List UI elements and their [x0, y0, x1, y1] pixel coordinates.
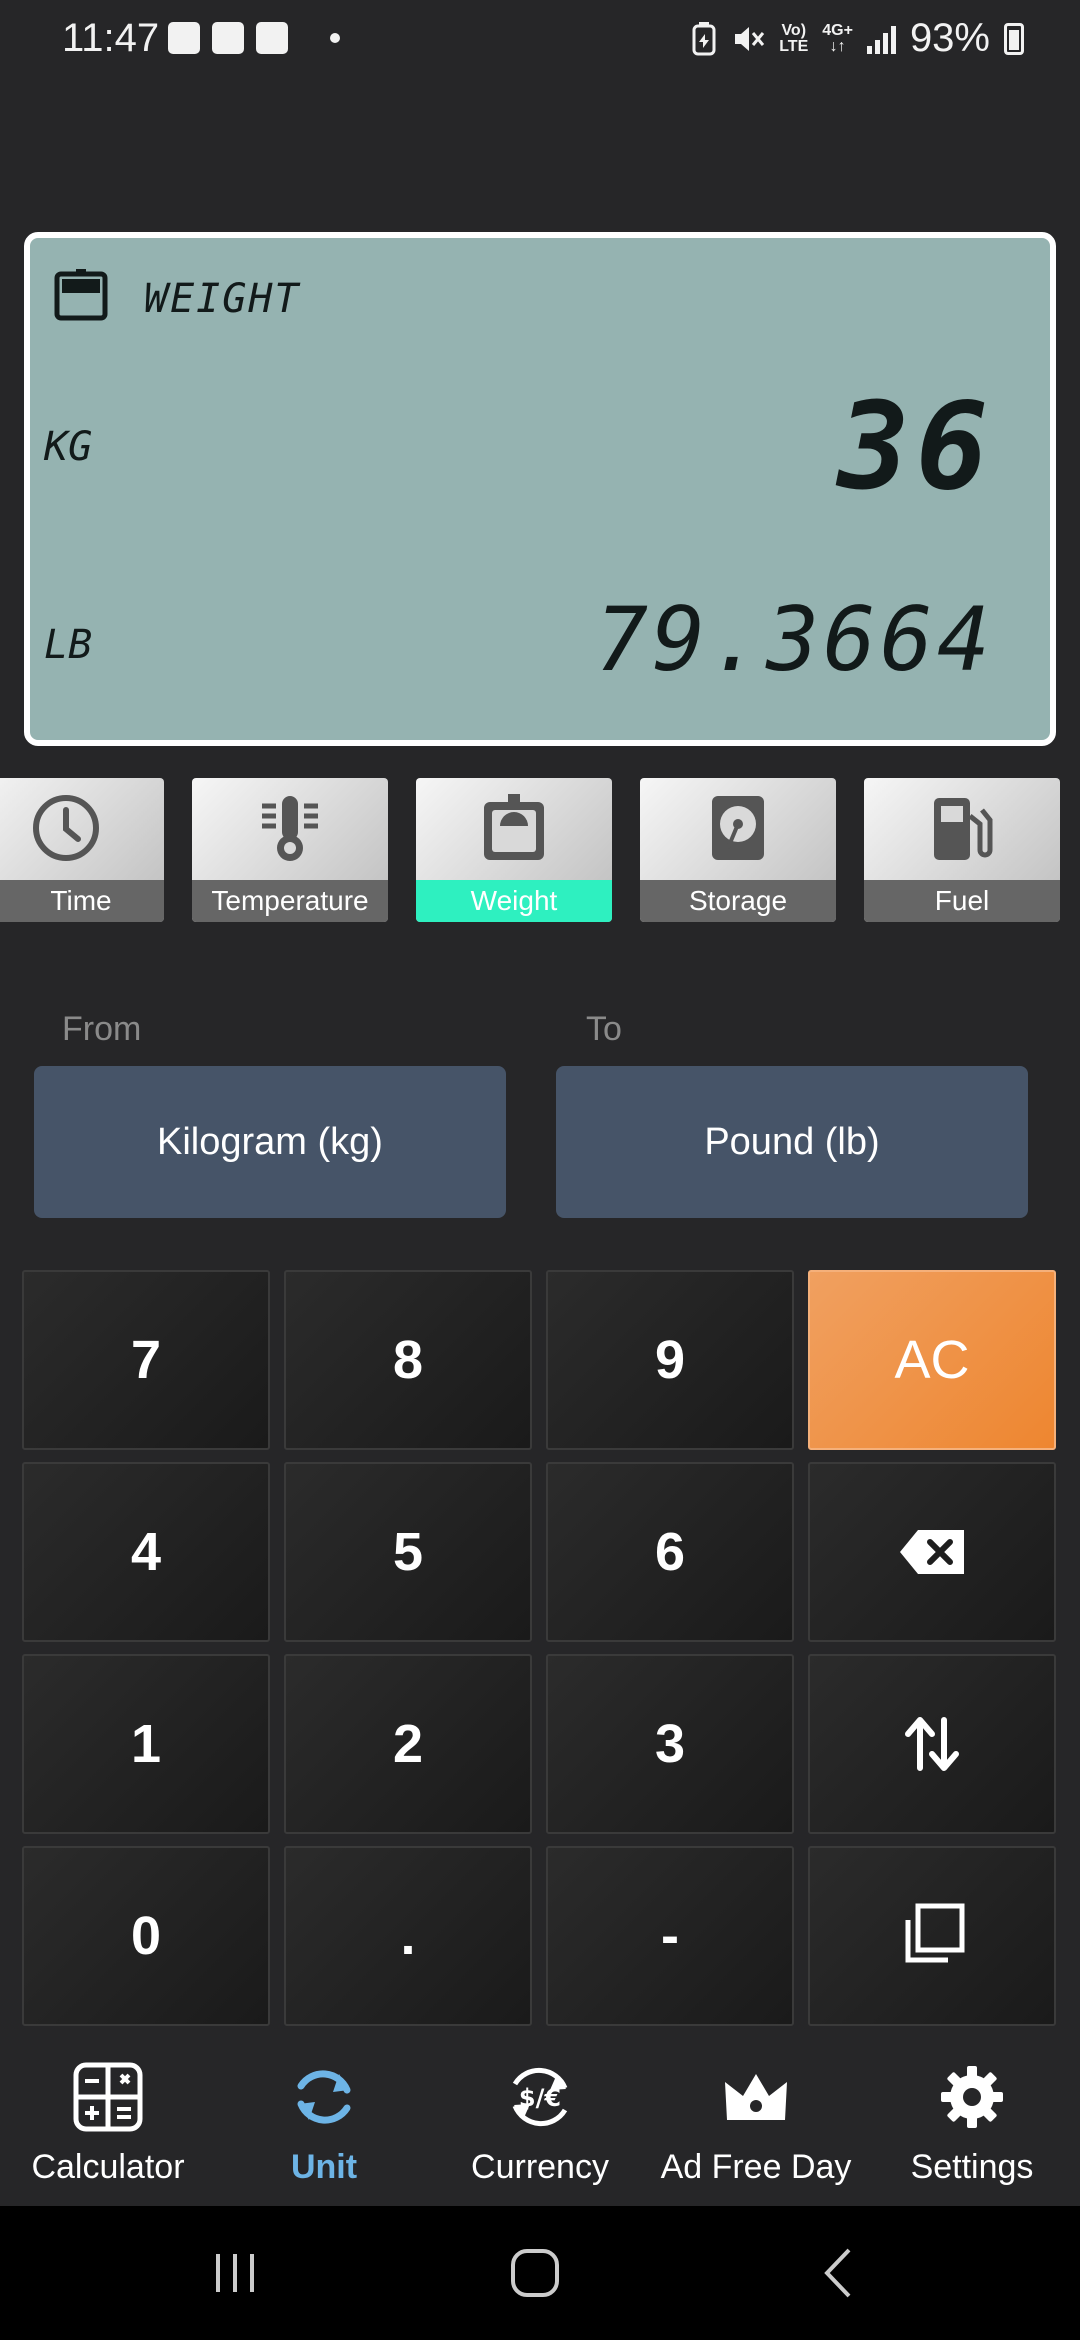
category-fuel[interactable]: Fuel — [864, 778, 1060, 922]
battery-saver-icon — [692, 21, 716, 55]
swap-units-button[interactable] — [808, 1654, 1056, 1834]
keypad: 7 8 9 AC 4 5 6 1 2 3 0 . - — [22, 1270, 1058, 2030]
svg-text:$/€: $/€ — [519, 2084, 561, 2112]
key-5[interactable]: 5 — [284, 1462, 532, 1642]
tab-calculator[interactable]: Calculator — [0, 2040, 216, 2206]
signal-strength-icon — [866, 24, 896, 54]
stack-notification-icon — [212, 22, 244, 54]
lcd-display: WEIGHT KG 36 LB 79.3664 — [24, 232, 1056, 746]
battery-percentage: 93% — [909, 16, 990, 60]
key-7[interactable]: 7 — [22, 1270, 270, 1450]
key-2[interactable]: 2 — [284, 1654, 532, 1834]
battery-icon — [1004, 22, 1024, 55]
tab-label: Calculator — [31, 2148, 185, 2186]
notification-icons — [168, 22, 340, 54]
home-button[interactable] — [490, 2240, 580, 2306]
fuel-pump-icon — [934, 798, 993, 860]
category-weight[interactable]: Weight — [416, 778, 612, 922]
thermometer-icon — [262, 796, 318, 861]
key-1[interactable]: 1 — [22, 1654, 270, 1834]
weight-scale-icon — [54, 269, 108, 321]
recent-apps-button[interactable] — [190, 2240, 280, 2306]
calculator-icon — [73, 2062, 143, 2132]
output-value: 79.3664 — [595, 588, 994, 691]
key-3[interactable]: 3 — [546, 1654, 794, 1834]
backspace-button[interactable] — [808, 1462, 1056, 1642]
back-icon — [824, 2248, 851, 2298]
category-label: Weight — [416, 880, 612, 922]
weight-scale-icon — [484, 794, 544, 860]
hard-disk-icon — [712, 796, 764, 860]
input-value: 36 — [837, 378, 994, 517]
system-status-icons: Vo) LTE 4G+ ↓↑ 93% — [691, 16, 1024, 61]
back-button[interactable] — [794, 2240, 884, 2306]
to-unit-button[interactable]: Pound (lb) — [556, 1066, 1028, 1218]
key-9[interactable]: 9 — [546, 1270, 794, 1450]
category-label: Temperature — [192, 880, 388, 922]
from-unit-button[interactable]: Kilogram (kg) — [34, 1066, 506, 1218]
input-unit-label: KG — [44, 424, 93, 470]
key-4[interactable]: 4 — [22, 1462, 270, 1642]
status-bar: 11:47 Vo) LTE 4G+ ↓↑ 93% — [0, 0, 1080, 80]
tab-currency[interactable]: $/€ Currency — [432, 2040, 648, 2206]
backspace-icon — [900, 1530, 964, 1574]
key-8[interactable]: 8 — [284, 1270, 532, 1450]
key-decimal[interactable]: . — [284, 1846, 532, 2026]
copy-icon — [905, 1903, 965, 1963]
tab-label: Currency — [471, 2148, 609, 2186]
key-0[interactable]: 0 — [22, 1846, 270, 2026]
calendar-notification-icon — [256, 22, 288, 54]
output-unit-label: LB — [44, 622, 93, 668]
category-time[interactable]: Time — [0, 778, 164, 922]
mute-icon — [735, 26, 765, 51]
tab-unit[interactable]: Unit — [216, 2040, 432, 2206]
key-minus[interactable]: - — [546, 1846, 794, 2026]
clear-all-button[interactable]: AC — [808, 1270, 1056, 1450]
tab-label: Unit — [290, 2148, 358, 2186]
category-selector: Time Temperature Weight Storage Fuel — [0, 778, 1080, 924]
copy-result-button[interactable] — [808, 1846, 1056, 2026]
bottom-navigation: Calculator Unit $/€ Currency Ad Free Day — [0, 2040, 1080, 2206]
gallery-notification-icon — [168, 22, 200, 54]
category-storage[interactable]: Storage — [640, 778, 836, 922]
crown-icon — [725, 2074, 787, 2120]
tab-ad-free-day[interactable]: Ad Free Day — [648, 2040, 864, 2206]
swap-icon — [905, 1717, 959, 1771]
currency-exchange-icon: $/€ — [512, 2067, 568, 2127]
refresh-icon — [297, 2070, 351, 2124]
tab-label: Ad Free Day — [660, 2148, 852, 2186]
category-temperature[interactable]: Temperature — [192, 778, 388, 922]
key-6[interactable]: 6 — [546, 1462, 794, 1642]
gear-icon — [941, 2066, 1003, 2128]
volte-indicator: Vo) LTE — [779, 21, 809, 55]
recent-apps-icon — [216, 2254, 254, 2292]
from-label: From — [62, 1010, 142, 1048]
category-label: Time — [0, 880, 164, 922]
to-label: To — [586, 1010, 622, 1048]
category-label: Storage — [640, 880, 836, 922]
tab-settings[interactable]: Settings — [864, 2040, 1080, 2206]
system-navigation-bar — [0, 2206, 1080, 2340]
tab-label: Settings — [910, 2148, 1034, 2186]
network-type-indicator: 4G+ ↓↑ — [822, 21, 853, 55]
clock-icon — [33, 795, 99, 861]
category-label: Fuel — [864, 880, 1060, 922]
more-notifications-dot-icon — [330, 33, 340, 43]
display-category-title: WEIGHT — [144, 276, 301, 322]
home-icon — [511, 2249, 559, 2297]
status-time: 11:47 — [62, 16, 160, 60]
